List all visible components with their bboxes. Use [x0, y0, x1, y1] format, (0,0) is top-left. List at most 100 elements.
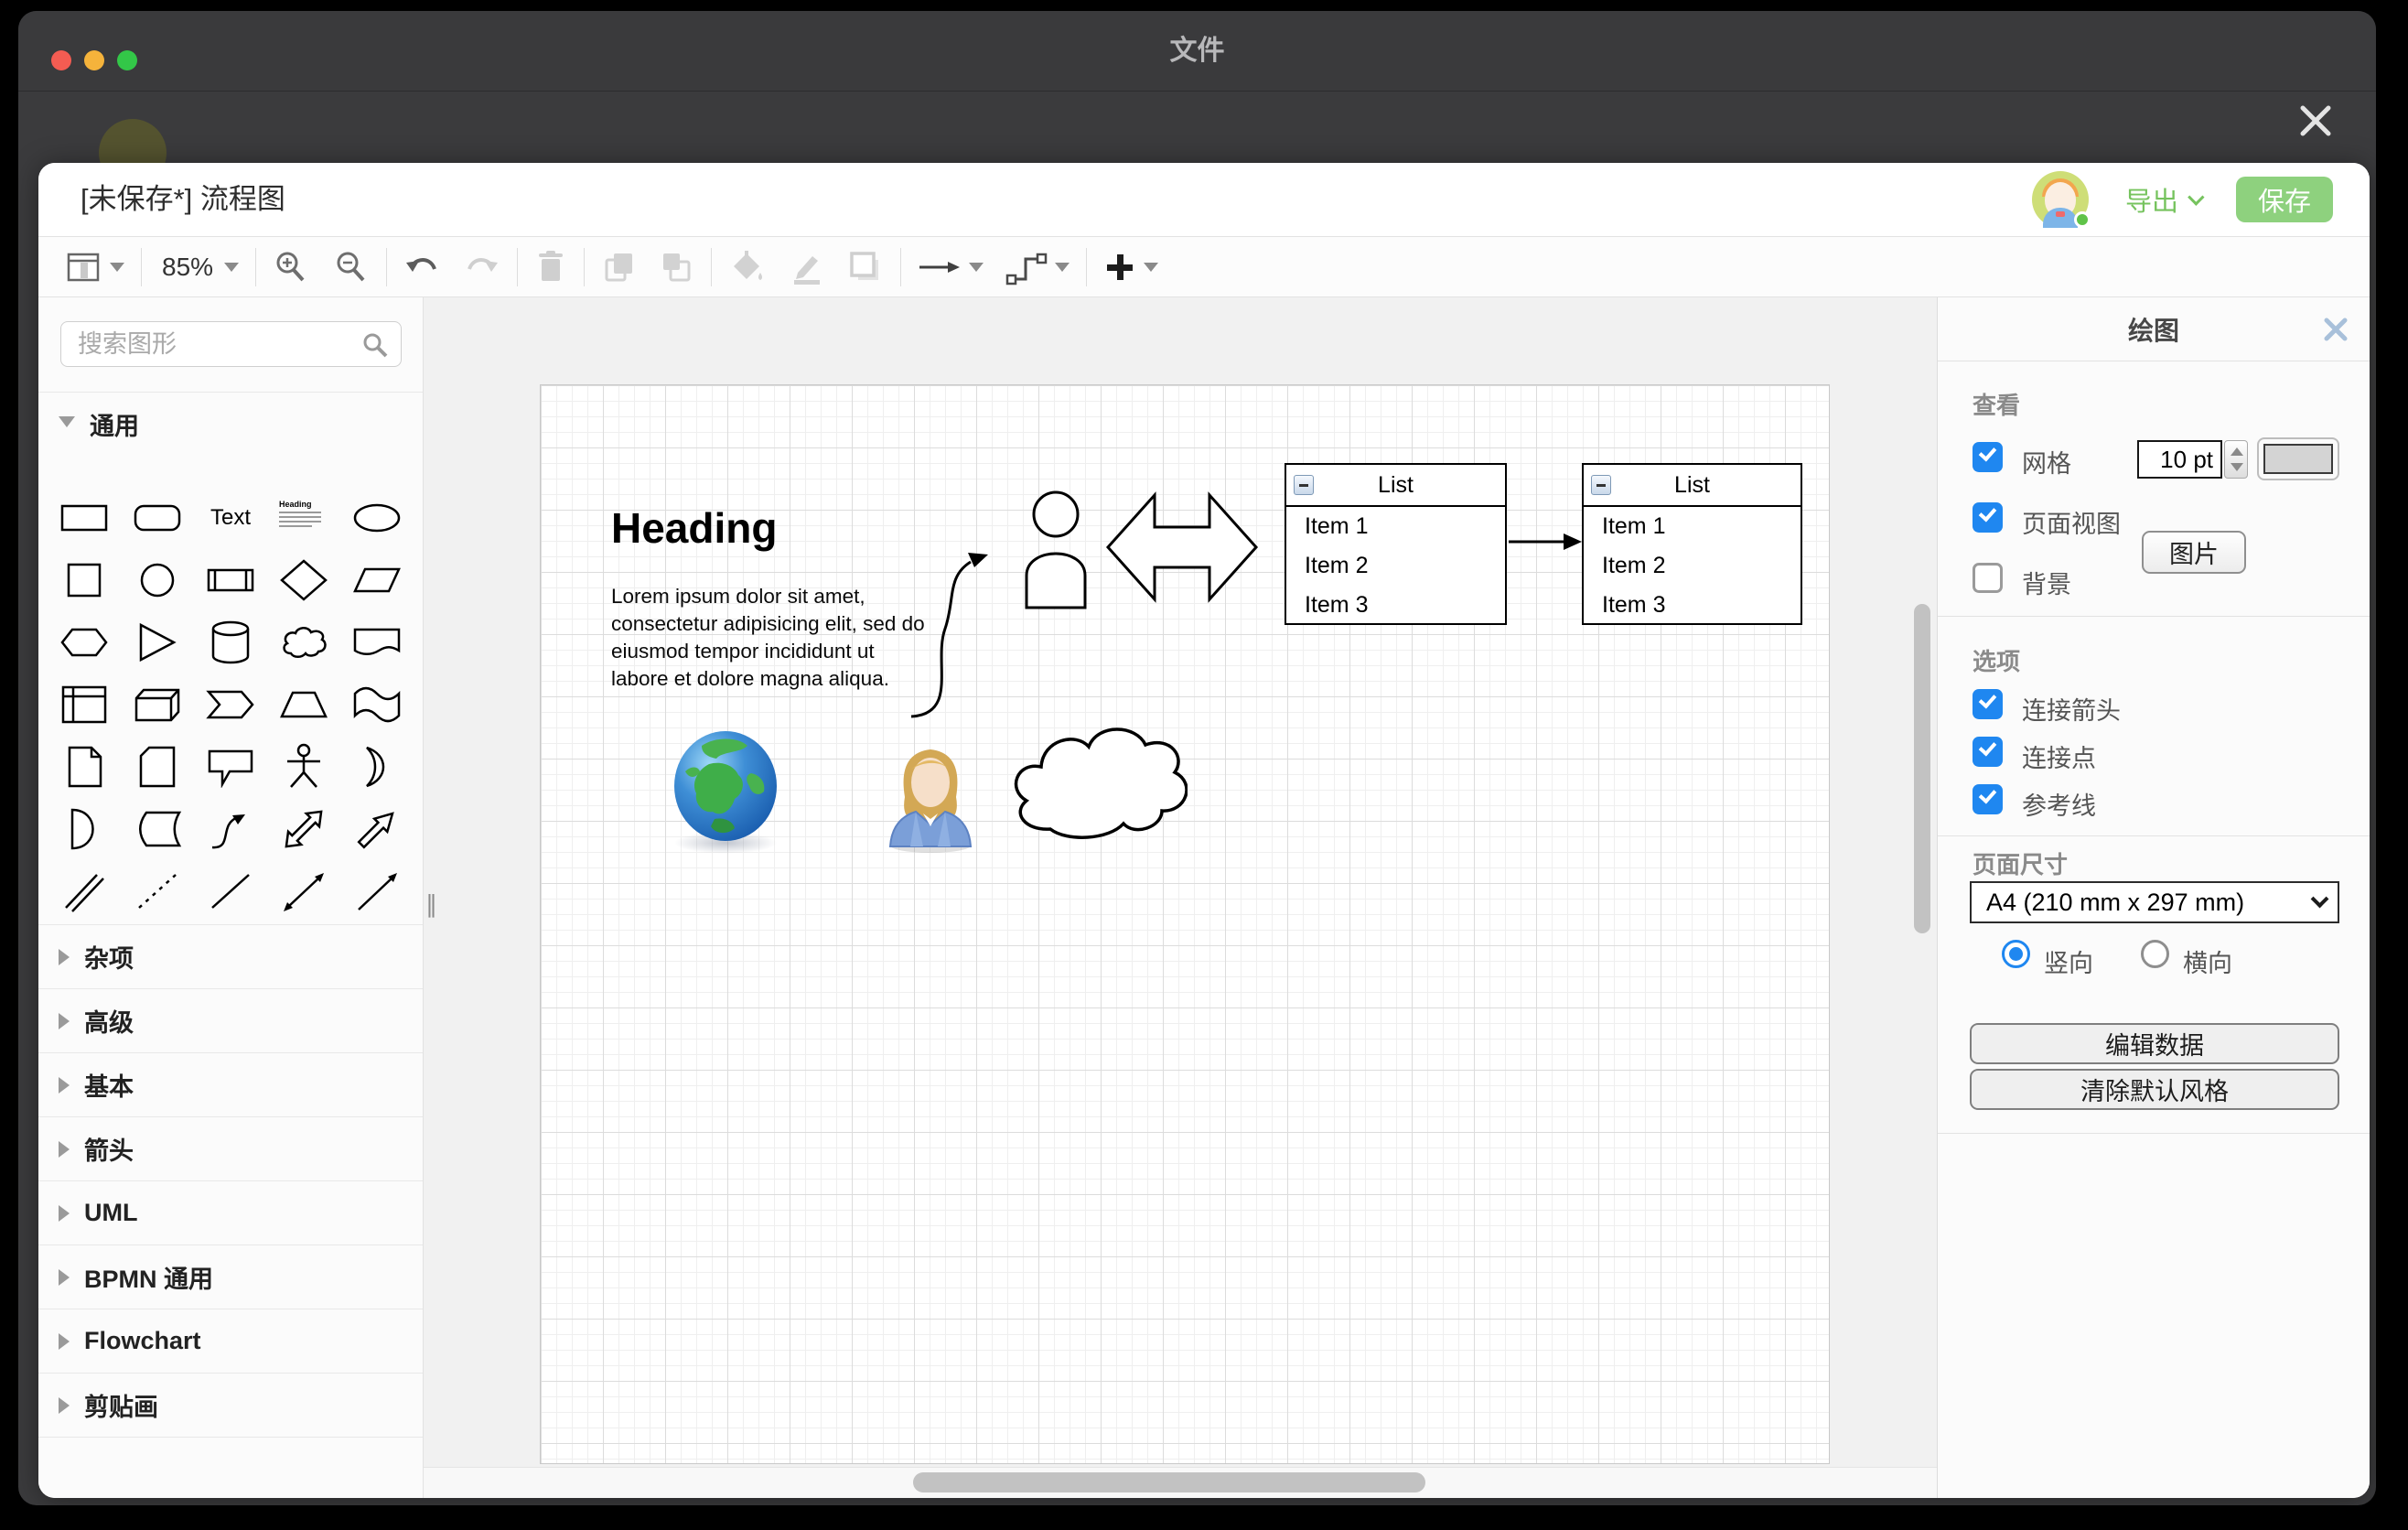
- zoom-in-button[interactable]: [273, 245, 309, 289]
- user-avatar[interactable]: [2032, 171, 2089, 228]
- shape-bidirectional-connector[interactable]: [271, 863, 337, 920]
- canvas-list-2[interactable]: List Item 1 Item 2 Item 3: [1582, 463, 1802, 625]
- to-back-button[interactable]: [658, 245, 694, 289]
- list-item[interactable]: Item 3: [1286, 586, 1505, 625]
- shape-square[interactable]: [51, 552, 117, 609]
- canvas-globe-clipart[interactable]: [667, 726, 790, 860]
- fill-color-button[interactable]: [728, 245, 767, 289]
- list-item[interactable]: Item 2: [1286, 546, 1505, 586]
- list-header[interactable]: List: [1584, 465, 1801, 507]
- shape-hexagon[interactable]: [51, 614, 117, 671]
- line-color-button[interactable]: [787, 245, 825, 289]
- horizontal-scrollbar-track[interactable]: [424, 1467, 1937, 1498]
- canvas-cloud-shape[interactable]: [1005, 717, 1188, 850]
- shape-dashed-line[interactable]: [124, 863, 190, 920]
- panel-close-icon[interactable]: [2322, 316, 2349, 343]
- grid-color-swatch[interactable]: [2257, 437, 2339, 480]
- clear-default-style-button[interactable]: 清除默认风格: [1970, 1069, 2339, 1110]
- canvas-paragraph-text[interactable]: Lorem ipsum dolor sit amet, consectetur …: [611, 583, 933, 693]
- step-down-icon[interactable]: [2231, 463, 2243, 471]
- vertical-scrollbar-thumb[interactable]: [1914, 604, 1930, 933]
- step-up-icon[interactable]: [2231, 447, 2243, 456]
- background-checkbox[interactable]: [1973, 563, 2003, 593]
- shape-note[interactable]: [51, 738, 117, 795]
- shape-internal-storage[interactable]: [51, 676, 117, 733]
- shape-and[interactable]: [51, 801, 117, 857]
- shadow-button[interactable]: [845, 245, 884, 289]
- shape-or[interactable]: [344, 738, 410, 795]
- collapse-icon[interactable]: [1294, 475, 1314, 495]
- canvas-list-1[interactable]: List Item 1 Item 2 Item 3: [1285, 463, 1507, 625]
- export-menu[interactable]: 导出: [2125, 180, 2199, 219]
- close-icon[interactable]: [2295, 101, 2336, 141]
- shape-ellipse[interactable]: [344, 490, 410, 546]
- delete-button[interactable]: [534, 245, 567, 289]
- to-front-button[interactable]: [601, 245, 638, 289]
- canvas-double-arrow-shape[interactable]: [1104, 487, 1260, 612]
- canvas-person-shape[interactable]: [1018, 490, 1093, 615]
- shape-cube[interactable]: [124, 676, 190, 733]
- sidebar-resize-handle[interactable]: ∥: [425, 890, 437, 919]
- drawing-canvas[interactable]: Heading Lorem ipsum dolor sit amet, cons…: [424, 297, 1937, 1498]
- shape-cloud[interactable]: [271, 614, 337, 671]
- list-header[interactable]: List: [1286, 465, 1505, 507]
- shape-directional-connector[interactable]: [344, 863, 410, 920]
- guides-checkbox[interactable]: [1973, 784, 2003, 814]
- zoom-level-dropdown[interactable]: 85%: [158, 245, 239, 289]
- connection-points-checkbox[interactable]: [1973, 737, 2003, 767]
- shape-text[interactable]: Text: [198, 490, 263, 546]
- collapse-icon[interactable]: [1591, 475, 1611, 495]
- page-view-checkbox[interactable]: [1973, 502, 2003, 533]
- grid-size-input[interactable]: [2137, 440, 2222, 479]
- canvas-woman-clipart[interactable]: [883, 738, 978, 858]
- zoom-out-button[interactable]: [333, 245, 370, 289]
- sidebar-section-misc[interactable]: 杂项: [38, 924, 423, 988]
- sidebar-section-general[interactable]: 通用: [38, 392, 423, 456]
- list-item[interactable]: Item 2: [1584, 546, 1801, 586]
- shape-card[interactable]: [124, 738, 190, 795]
- shape-trapezoid[interactable]: [271, 676, 337, 733]
- list-item[interactable]: Item 1: [1286, 507, 1505, 546]
- grid-checkbox[interactable]: [1973, 442, 2003, 472]
- sidebar-section-clipart[interactable]: 剪贴画: [38, 1373, 423, 1437]
- shape-bidirectional-arrow[interactable]: [271, 801, 337, 857]
- shape-data-storage[interactable]: [124, 801, 190, 857]
- shape-circle[interactable]: [124, 552, 190, 609]
- shape-tape[interactable]: [344, 676, 410, 733]
- shape-curve[interactable]: [198, 801, 263, 857]
- sidebar-section-uml[interactable]: UML: [38, 1180, 423, 1244]
- shape-link[interactable]: [51, 863, 117, 920]
- shape-diamond[interactable]: [271, 552, 337, 609]
- save-button[interactable]: 保存: [2236, 177, 2333, 222]
- shape-callout[interactable]: [198, 738, 263, 795]
- grid-size-stepper[interactable]: [2224, 440, 2248, 479]
- undo-button[interactable]: [403, 245, 442, 289]
- minimize-traffic-light[interactable]: [84, 50, 104, 70]
- sidebar-section-advanced[interactable]: 高级: [38, 988, 423, 1052]
- shape-cylinder[interactable]: [198, 614, 263, 671]
- page-setup-button[interactable]: [66, 245, 124, 289]
- shape-actor[interactable]: [271, 738, 337, 795]
- canvas-heading-text[interactable]: Heading: [611, 503, 777, 553]
- sidebar-section-bpmn[interactable]: BPMN 通用: [38, 1244, 423, 1309]
- connection-style-button[interactable]: [918, 245, 984, 289]
- shape-line[interactable]: [198, 863, 263, 920]
- shape-rounded-rectangle[interactable]: [124, 490, 190, 546]
- page-size-select[interactable]: A4 (210 mm x 297 mm): [1970, 881, 2339, 923]
- shape-parallelogram[interactable]: [344, 552, 410, 609]
- shape-step[interactable]: [198, 676, 263, 733]
- list-item[interactable]: Item 1: [1584, 507, 1801, 546]
- list-item[interactable]: Item 3: [1584, 586, 1801, 625]
- close-traffic-light[interactable]: [51, 50, 71, 70]
- redo-button[interactable]: [462, 245, 500, 289]
- sidebar-section-basic[interactable]: 基本: [38, 1052, 423, 1116]
- shape-process[interactable]: [198, 552, 263, 609]
- shape-triangle[interactable]: [124, 614, 190, 671]
- search-input[interactable]: [60, 321, 402, 367]
- horizontal-scrollbar-thumb[interactable]: [913, 1472, 1425, 1492]
- zoom-traffic-light[interactable]: [117, 50, 137, 70]
- sidebar-section-flowchart[interactable]: Flowchart: [38, 1309, 423, 1373]
- connection-arrows-checkbox[interactable]: [1973, 689, 2003, 719]
- sidebar-section-arrows[interactable]: 箭头: [38, 1116, 423, 1180]
- shape-rectangle[interactable]: [51, 490, 117, 546]
